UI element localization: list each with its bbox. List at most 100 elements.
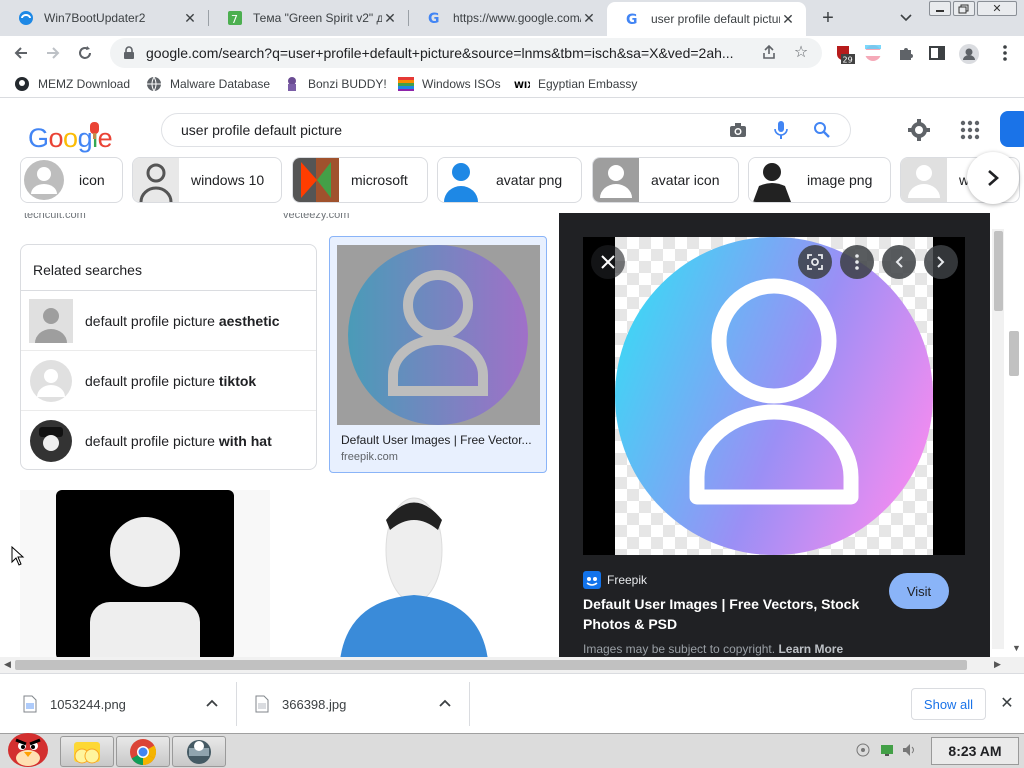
tab-search-chevron-icon[interactable] [896,8,916,28]
next-image-button[interactable] [924,245,958,279]
bonzi-icon [284,76,300,92]
page-scroll-thumb[interactable] [1009,331,1019,376]
globe-icon [146,76,162,92]
extension-flag-icon[interactable] [864,44,882,62]
side-panel-icon[interactable] [928,44,946,62]
tab-win7bootupdater[interactable]: Win7BootUpdater2 ✕ [0,2,208,34]
scroll-thumb[interactable] [15,660,967,670]
account-avatar-icon[interactable] [1000,111,1024,147]
tab-google-home[interactable]: G https://www.google.com/ ✕ [409,2,607,34]
address-bar[interactable]: google.com/search?q=user+profile+default… [110,38,822,68]
close-window-button[interactable]: ✕ [977,1,1017,16]
windows-flag-icon [398,76,414,92]
close-icon[interactable]: ✕ [182,10,198,26]
show-all-downloads-button[interactable]: Show all [911,688,986,720]
menu-kebab-icon[interactable] [996,44,1014,62]
taskbar-clock[interactable]: 8:23 AM [931,737,1019,765]
horizontal-scrollbar[interactable]: ◀ ▶ ▼ [0,643,1024,673]
tray-network-icon[interactable] [855,742,871,758]
chip-thumbnail [749,158,795,202]
svg-text:7: 7 [231,13,238,26]
related-item-with-hat[interactable]: default profile picture with hat [21,411,316,471]
chip-label: avatar icon [651,172,720,188]
download-filename: 1053244.png [50,696,126,712]
new-tab-button[interactable]: + [816,6,840,30]
reload-button[interactable] [72,40,98,66]
taskbar-chrome-icon[interactable] [116,736,170,767]
bookmark-memz[interactable]: MEMZ Download [14,75,130,93]
share-icon[interactable] [760,43,778,61]
more-options-icon[interactable] [840,245,874,279]
taskbar-explorer-icon[interactable] [60,736,114,767]
lens-search-button[interactable] [798,245,832,279]
download-filename: 366398.jpg [282,696,347,712]
chevron-up-icon[interactable] [439,696,451,710]
close-downloads-icon[interactable]: ✕ [998,694,1016,712]
bookmark-malware-database[interactable]: Malware Database [146,75,270,93]
tab-google-images-active[interactable]: G user profile default pictur ✕ [607,2,806,36]
minimize-button[interactable] [929,1,951,16]
close-icon[interactable]: ✕ [581,10,597,26]
close-icon[interactable]: ✕ [382,10,398,26]
chips-next-button[interactable] [967,152,1019,204]
apps-grid-icon[interactable] [958,118,982,142]
tray-volume-icon[interactable] [902,742,918,758]
restore-button[interactable] [953,1,975,16]
profile-avatar-icon[interactable] [959,44,979,64]
bookmark-star-icon[interactable]: ☆ [792,43,810,61]
bookmark-windows-isos[interactable]: Windows ISOs [398,75,501,93]
result-source[interactable]: vecteezy.com [283,213,349,221]
chip-microsoft[interactable]: microsoft [292,157,428,203]
tray-monitor-icon[interactable] [879,742,895,758]
scroll-thumb[interactable] [994,231,1003,311]
close-preview-button[interactable] [591,245,625,279]
chip-windows-10[interactable]: windows 10 [132,157,282,203]
preview-source[interactable]: Freepik [583,571,647,589]
bookmark-bonzi-buddy[interactable]: Bonzi BUDDY! [284,75,387,93]
chip-icon[interactable]: icon [20,157,123,203]
google-icon: G [625,11,641,27]
related-item-tiktok[interactable]: default profile picture tiktok [21,351,316,411]
search-icon[interactable] [813,121,831,139]
start-button-angry-bird-icon[interactable] [4,724,52,768]
microphone-icon[interactable] [772,121,790,139]
scroll-right-arrow-icon[interactable]: ▶ [994,659,1001,670]
search-input[interactable]: user profile default picture [161,113,851,147]
extension-shield-icon[interactable]: 29 [835,44,855,65]
bookmark-egyptian-embassy[interactable]: WIX Egyptian Embassy [514,75,637,93]
chip-avatar-png[interactable]: avatar png [437,157,582,203]
close-icon[interactable]: ✕ [780,11,796,27]
google-header: Google user profile default picture icon… [0,99,1024,213]
visit-button[interactable]: Visit [889,573,949,609]
result-source[interactable]: techcult.com [24,213,86,221]
extensions-puzzle-icon[interactable] [897,44,915,62]
related-item-aesthetic[interactable]: default profile picture aesthetic [21,291,316,351]
result-image [337,245,540,425]
chip-image-png[interactable]: image png [748,157,891,203]
back-button[interactable] [8,40,34,66]
result-image-3d-avatar[interactable] [288,490,540,657]
chip-thumbnail [133,158,179,202]
google-logo[interactable]: Google [28,119,114,162]
preview-image[interactable] [615,237,933,555]
chevron-up-icon[interactable] [206,696,218,710]
previous-image-button[interactable] [882,245,916,279]
tab-green-spirit[interactable]: 7 Тема "Green Spirit v2" дл ✕ [209,2,408,34]
taskbar-app-icon[interactable] [172,736,226,767]
result-image-black-avatar[interactable] [20,490,270,657]
settings-gear-icon[interactable] [907,118,931,142]
freepik-icon [583,571,601,589]
file-icon [22,695,38,713]
forward-button[interactable] [40,40,66,66]
camera-search-icon[interactable] [729,121,747,139]
learn-more-link[interactable]: Learn More [778,642,843,656]
vertical-scrollbar[interactable] [990,213,1024,657]
download-item[interactable]: 366398.jpg [254,683,346,725]
preview-title[interactable]: Default User Images | Free Vectors, Stoc… [583,594,883,634]
download-item[interactable]: 1053244.png [22,683,126,725]
chip-avatar-icon[interactable]: avatar icon [592,157,739,203]
scroll-down-arrow-icon[interactable]: ▼ [1012,643,1021,653]
downloads-bar: 1053244.png 366398.jpg Show all ✕ [0,673,1024,733]
selected-result-card[interactable]: Default User Images | Free Vector... fre… [329,236,547,473]
scroll-left-arrow-icon[interactable]: ◀ [4,659,11,670]
